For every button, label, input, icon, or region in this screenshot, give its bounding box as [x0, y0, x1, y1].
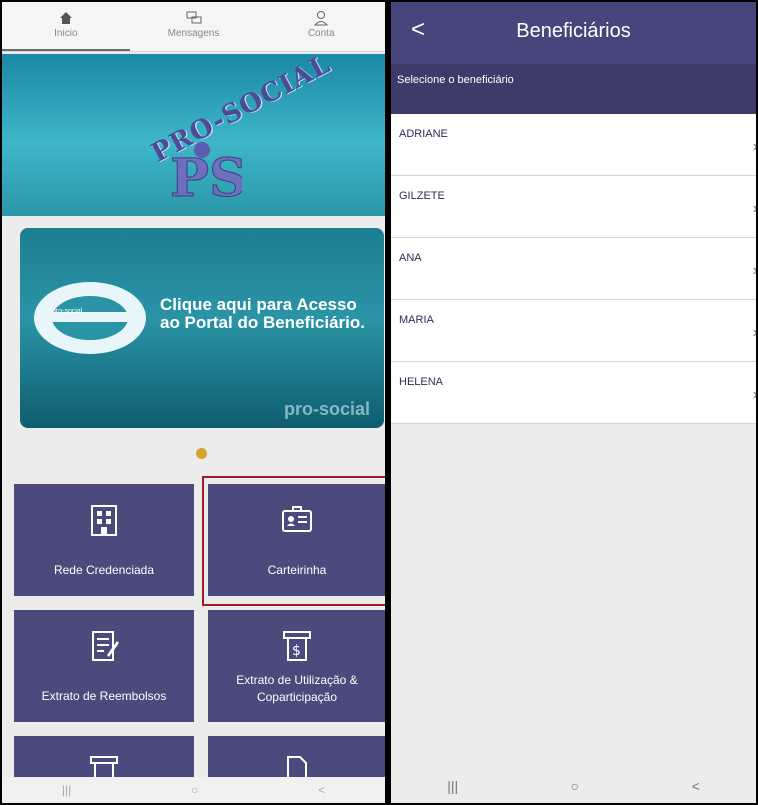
recents-button[interactable]: ||| — [62, 783, 71, 797]
carteirinha-highlight — [202, 476, 385, 606]
android-nav-bar: ||| ○ < — [2, 777, 385, 803]
beneficiary-row[interactable]: ANA › — [391, 238, 756, 300]
beneficiary-row[interactable]: GILZETE › — [391, 176, 756, 238]
e-logo-icon — [34, 282, 146, 354]
beneficiary-list: ADRIANE › GILZETE › ANA › MARIA › HELENA… — [391, 114, 756, 424]
banner-title: Clique aqui para Acesso ao Portal do Ben… — [160, 295, 365, 332]
home-icon — [59, 8, 73, 28]
tile-label: Extrato de Utilização & Coparticipação — [236, 673, 358, 704]
instruction-text: Selecione o beneficiário — [391, 64, 756, 114]
tab-label: Conta — [307, 28, 335, 39]
beneficiary-name: HELENA — [399, 376, 444, 388]
app-header: < Beneficiários — [391, 2, 756, 64]
pro-social-banner: PRO-SOCIAL PS — [2, 54, 385, 216]
tile-label: Extrato de Reembolsos — [41, 689, 167, 703]
back-button[interactable]: < — [318, 783, 325, 797]
beneficiary-name: GILZETE — [399, 190, 445, 202]
home-button[interactable]: ○ — [571, 778, 579, 794]
portal-beneficiario-banner[interactable]: pro-social Clique aqui para Acesso ao Po… — [20, 228, 384, 428]
home-button[interactable]: ○ — [191, 783, 198, 797]
user-icon — [313, 8, 329, 28]
tile-label: Rede Credenciada — [53, 563, 155, 577]
tab-label: Mensagens — [167, 28, 220, 39]
svg-text:PS: PS — [170, 148, 242, 209]
tab-label: Inicio — [54, 28, 78, 39]
chevron-right-icon: › — [753, 262, 756, 280]
beneficiary-row[interactable]: MARIA › — [391, 300, 756, 362]
rede-credenciada-tile[interactable]: Rede Credenciada — [14, 484, 194, 596]
chevron-right-icon: › — [753, 324, 756, 342]
chevron-right-icon: › — [753, 200, 756, 218]
chevron-right-icon: › — [753, 138, 756, 156]
top-nav: Inicio Mensagens Conta — [2, 2, 385, 52]
back-button[interactable]: < — [692, 778, 700, 794]
ps-logo-icon: PS — [170, 142, 242, 210]
tab-conta[interactable]: Conta — [257, 2, 385, 51]
chevron-right-icon: › — [753, 386, 756, 404]
beneficiary-name: ADRIANE — [399, 128, 448, 140]
tab-inicio[interactable]: Inicio — [2, 2, 130, 51]
document-edit-icon — [89, 626, 119, 666]
android-nav-bar: ||| ○ < — [391, 769, 756, 803]
mini-brand: pro-social — [52, 308, 83, 315]
beneficiary-row[interactable]: ADRIANE › — [391, 114, 756, 176]
brand-watermark: pro-social — [283, 399, 370, 419]
left-screen: Inicio Mensagens Conta PRO-SOCIAL PS pro… — [2, 2, 385, 803]
page-title: Beneficiários — [516, 20, 631, 42]
beneficiary-name: MARIA — [399, 314, 434, 326]
carousel-dot[interactable] — [196, 448, 207, 459]
svg-text:$: $ — [292, 643, 301, 659]
extrato-utilizacao-tile[interactable]: $ Extrato de Utilização & Coparticipação — [208, 610, 385, 722]
right-screen: < Beneficiários Selecione o beneficiário… — [391, 2, 756, 803]
extrato-reembolsos-tile[interactable]: Extrato de Reembolsos — [14, 610, 194, 722]
beneficiary-name: ANA — [399, 252, 422, 264]
beneficiary-row[interactable]: HELENA › — [391, 362, 756, 424]
chat-icon — [186, 8, 202, 28]
receipt-dollar-icon: $ — [282, 626, 312, 666]
recents-button[interactable]: ||| — [447, 778, 458, 794]
building-icon — [89, 500, 119, 540]
tab-mensagens[interactable]: Mensagens — [130, 2, 258, 51]
